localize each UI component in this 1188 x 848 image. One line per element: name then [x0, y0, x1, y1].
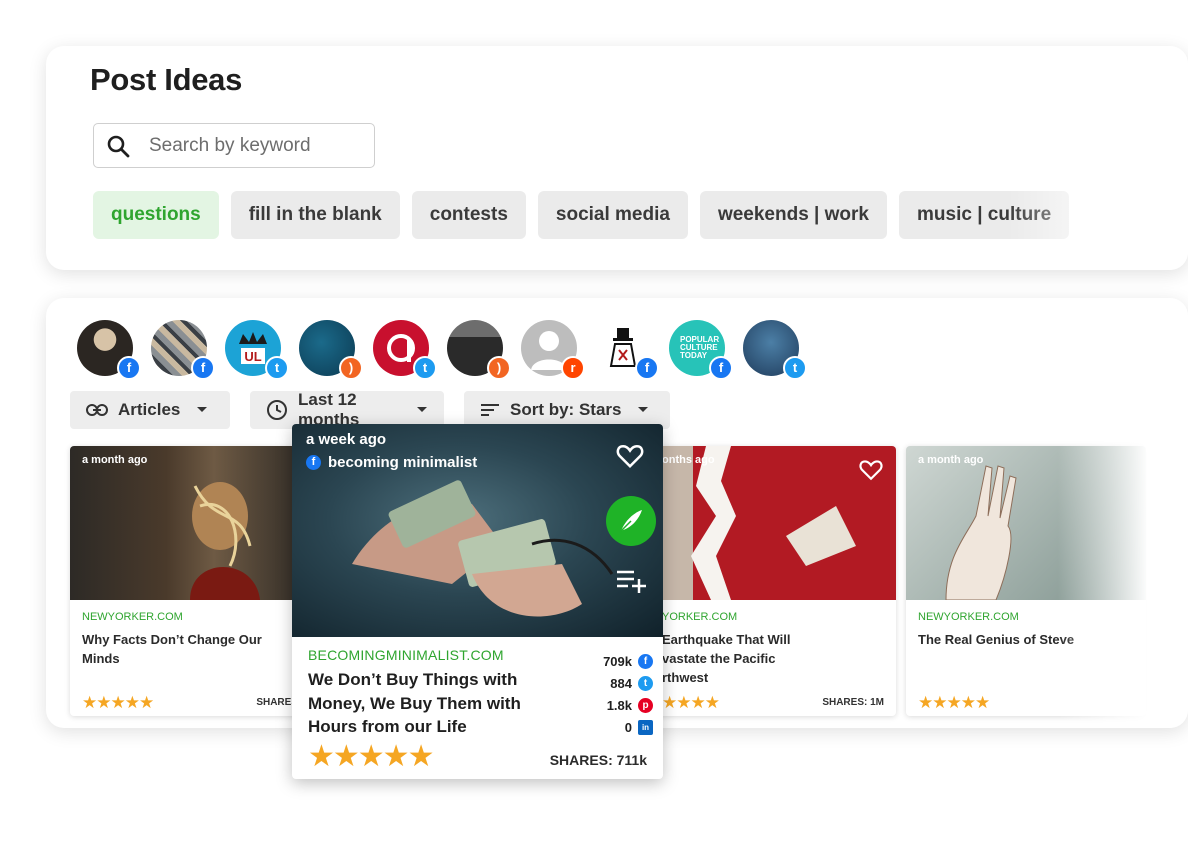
article-card[interactable]: a month ago NEWYORKER.COM The Real Geniu…	[906, 446, 1146, 716]
share-count: SHARES: 711k	[549, 752, 647, 768]
posted-time: a month ago	[918, 454, 984, 466]
clock-icon	[267, 400, 287, 420]
article-domain[interactable]: NEWYORKER.COM	[82, 611, 183, 623]
source-avatar[interactable]: f	[595, 320, 659, 380]
twitter-icon: t	[638, 675, 653, 691]
chevron-down-icon	[197, 407, 208, 412]
sort-icon	[481, 404, 499, 416]
search-placeholder: Search by keyword	[149, 135, 311, 156]
article-card[interactable]: onths ago YORKER.COM Earthquake That Wil…	[636, 446, 896, 716]
link-icon	[86, 404, 108, 416]
post-ideas-panel: Post Ideas Search by keyword questions f…	[46, 46, 1188, 270]
pinterest-icon: p	[638, 697, 653, 713]
chip-questions[interactable]: questions	[93, 191, 219, 239]
share-stats: 709k f 884 t 1.8k p 0 in	[603, 652, 653, 736]
chip-music-culture[interactable]: music | culture	[899, 191, 1070, 239]
twitter-icon: t	[413, 356, 437, 380]
quill-icon	[620, 510, 642, 532]
featured-article-card[interactable]: a week ago f becoming minimalist BECOMIN…	[292, 424, 663, 779]
svg-text:UL: UL	[244, 349, 261, 364]
chevron-down-icon	[417, 407, 427, 412]
facebook-icon: f	[638, 653, 653, 669]
source-name[interactable]: f becoming minimalist	[306, 454, 477, 471]
source-avatar[interactable]: f	[151, 320, 215, 380]
posted-time: a week ago	[306, 431, 387, 448]
facebook-shares: 709k f	[603, 652, 653, 670]
avatar-text: POPULAR CULTURE TODAY	[680, 335, 720, 360]
source-avatar[interactable]: UL t	[225, 320, 289, 380]
category-chips: questions fill in the blank contests soc…	[93, 191, 1070, 239]
article-domain[interactable]: BECOMINGMINIMALIST.COM	[308, 647, 504, 663]
compose-button[interactable]	[606, 496, 656, 546]
search-icon	[107, 135, 130, 158]
article-headline[interactable]: Earthquake That Will vastate the Pacific…	[662, 630, 802, 687]
chip-social-media[interactable]: social media	[537, 191, 688, 239]
chip-fill-in-the-blank[interactable]: fill in the blank	[230, 191, 400, 239]
chip-weekends-work[interactable]: weekends | work	[699, 191, 887, 239]
facebook-share-count: 709k	[603, 653, 632, 669]
rss-icon: )	[487, 356, 511, 380]
star-rating: ★★★★★	[308, 740, 434, 773]
source-avatar[interactable]: r	[521, 320, 585, 380]
twitter-share-count: 884	[610, 675, 632, 691]
article-image	[636, 446, 896, 600]
source-avatar[interactable]: t	[743, 320, 807, 380]
source-avatar[interactable]: POPULAR CULTURE TODAY f	[669, 320, 733, 380]
rss-icon: )	[339, 356, 363, 380]
source-avatar[interactable]: )	[447, 320, 511, 380]
linkedin-icon: in	[638, 719, 653, 735]
article-image	[906, 446, 1146, 601]
star-rating: ★★★★★	[82, 693, 154, 712]
article-domain[interactable]: NEWYORKER.COM	[918, 611, 1019, 623]
image-art	[190, 482, 260, 600]
linkedin-share-count: 0	[624, 719, 632, 735]
article-image	[70, 446, 310, 600]
content-type-dropdown[interactable]: Articles	[70, 391, 230, 429]
twitter-icon: t	[783, 356, 807, 380]
facebook-icon: f	[635, 356, 659, 380]
article-headline[interactable]: The Real Genius of Steve	[918, 630, 1118, 649]
share-count: SHARES: 1M	[822, 697, 884, 708]
twitter-shares: 884 t	[603, 674, 653, 692]
source-avatar[interactable]: t	[373, 320, 437, 380]
source-avatars: f f UL t ) t) r f POPULAR CULTURE TODAY…	[77, 320, 807, 380]
page-title: Post Ideas	[90, 62, 243, 97]
sort-label: Sort by: Stars	[510, 400, 622, 419]
posted-time: onths ago	[662, 454, 715, 466]
chevron-down-icon	[638, 407, 649, 412]
twitter-icon: t	[265, 356, 289, 380]
pinterest-shares: 1.8k p	[603, 696, 653, 714]
star-rating: ★★★★★	[918, 693, 990, 712]
article-headline[interactable]: Why Facts Don’t Change Our Minds	[82, 630, 282, 668]
source-avatar[interactable]: f	[77, 320, 141, 380]
heart-icon[interactable]	[858, 456, 884, 482]
article-domain[interactable]: YORKER.COM	[662, 611, 737, 623]
content-type-label: Articles	[118, 400, 181, 419]
source-label: becoming minimalist	[328, 454, 478, 471]
star-rating: ★★★★	[662, 693, 720, 712]
posted-time: a month ago	[82, 454, 148, 466]
reddit-icon: r	[561, 356, 585, 380]
article-card[interactable]: a month ago NEWYORKER.COM Why Facts Don’…	[70, 446, 310, 716]
add-to-queue-icon[interactable]	[616, 568, 646, 594]
heart-icon[interactable]	[615, 440, 645, 470]
source-avatar[interactable]: )	[299, 320, 363, 380]
pinterest-share-count: 1.8k	[606, 697, 632, 713]
chip-contests[interactable]: contests	[411, 191, 526, 239]
linkedin-shares: 0 in	[603, 718, 653, 736]
facebook-icon: f	[306, 455, 321, 470]
facebook-icon: f	[709, 356, 733, 380]
facebook-icon: f	[117, 356, 141, 380]
search-input[interactable]: Search by keyword	[93, 123, 375, 168]
image-art	[945, 465, 1017, 601]
facebook-icon: f	[191, 356, 215, 380]
image-art	[691, 446, 856, 600]
article-headline[interactable]: We Don’t Buy Things with Money, We Buy T…	[308, 668, 560, 739]
